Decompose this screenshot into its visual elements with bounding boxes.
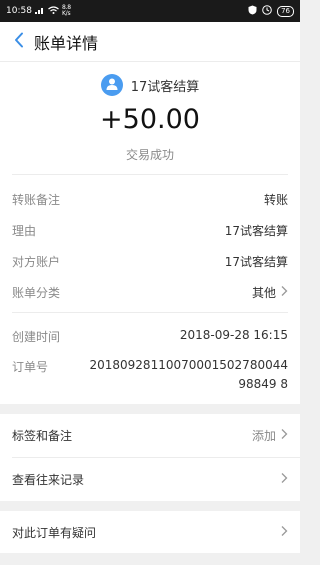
transaction-status: 交易成功 [125,148,174,162]
clock-icon [262,4,272,18]
shield-icon [248,5,257,18]
detail-row-remark: 转账备注 转账 [12,191,288,208]
order-question-item[interactable]: 对此订单有疑问 [12,511,288,553]
chevron-right-icon [280,525,288,540]
created-time: 2018-09-28 16:15 [179,328,288,342]
detail-row-category[interactable]: 账单分类 其他 [12,284,288,301]
detail-value: 17试客结算 [224,224,288,238]
chevron-right-icon [280,285,288,300]
detail-row-account: 对方账户 17试客结算 [12,253,288,270]
detail-label: 创建时间 [12,330,61,344]
bill-detail-card: 17试客结算 +50.00 交易成功 转账备注 转账 理由 17试客结算 对方账… [0,62,300,404]
detail-value: 17试客结算 [224,255,288,269]
detail-label: 订单号 [12,360,49,374]
question-label: 对此订单有疑问 [12,525,97,540]
detail-value: 转账 [263,193,288,207]
detail-label: 理由 [12,224,37,238]
detail-label: 账单分类 [12,286,61,300]
person-icon [105,76,119,95]
question-section: 对此订单有疑问 [0,511,300,553]
payee: 17试客结算 [0,74,300,96]
status-bar: 10:58 8.8 K/s 76 [0,0,300,22]
signal-icon [34,6,45,17]
history-label: 查看往来记录 [12,472,85,487]
nav-bar: 账单详情 [0,22,300,62]
category-value[interactable]: 其他 [252,284,288,301]
history-chevron [280,472,288,487]
status-time: 10:58 [6,6,32,16]
tags-and-notes-item[interactable]: 标签和备注 添加 [12,414,288,456]
battery-indicator: 76 [277,5,294,17]
category-text: 其他 [251,286,276,300]
detail-row-reason: 理由 17试客结算 [12,222,288,239]
transaction-amount: +50.00 [100,104,200,135]
tags-label: 标签和备注 [12,428,73,443]
history-records-item[interactable]: 查看往来记录 [12,458,288,500]
detail-label: 对方账户 [12,255,61,269]
chevron-left-icon [14,32,24,52]
detail-row-order: 订单号 2018092811007000150278004498849 8 [12,358,288,394]
detail-row-created: 创建时间 2018-09-28 16:15 [12,328,288,345]
order-number: 2018092811007000150278004498849 8 [89,358,288,391]
question-chevron [280,525,288,540]
divider [12,174,288,175]
actions-section: 标签和备注 添加 查看往来记录 [0,414,300,501]
chevron-right-icon [280,428,288,443]
wifi-icon [48,5,59,17]
add-label: 添加 [251,428,276,443]
payee-name: 17试客结算 [130,79,200,95]
chevron-right-icon [280,472,288,487]
network-speed: 8.8 K/s [62,5,71,17]
back-button[interactable] [4,22,34,62]
network-speed-unit: K/s [61,10,71,17]
avatar [100,74,123,96]
page-title: 账单详情 [34,33,99,53]
tags-add[interactable]: 添加 [252,427,288,444]
detail-label: 转账备注 [12,193,61,207]
divider [12,312,288,313]
